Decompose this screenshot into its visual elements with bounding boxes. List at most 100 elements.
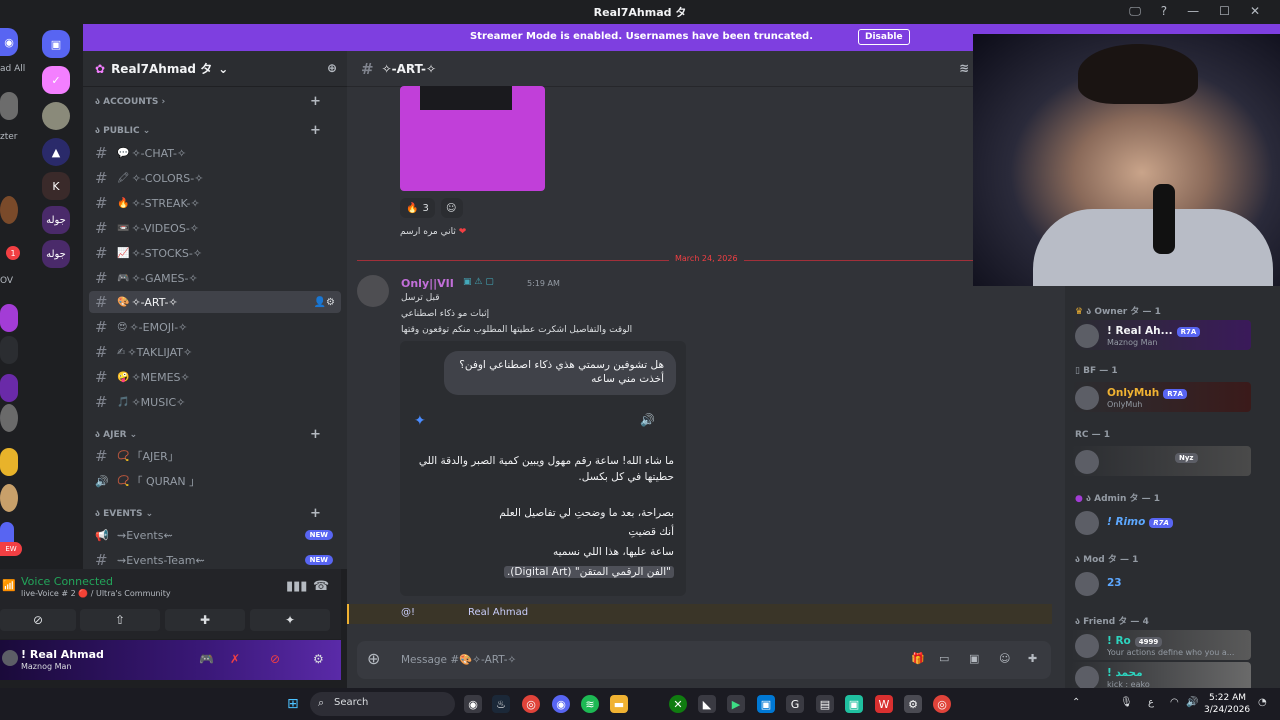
channel-settings-icon[interactable]: 👤⚙ [314,297,335,308]
channel-emoji[interactable]: # 😍 ✧-EMOJI-✧ [89,316,341,338]
capcut-icon[interactable]: G [786,695,804,713]
message-author[interactable]: Only||VII [401,277,454,290]
emoji-icon[interactable]: ☺ [999,652,1010,665]
screen-share-button[interactable]: ⇧ [80,609,160,631]
server-icon[interactable]: ▲ [42,138,70,166]
add-member-icon[interactable]: ⊕ [327,61,337,75]
author-avatar[interactable] [357,275,389,307]
channel-stocks[interactable]: # 📈 ✧-STOCKS-✧ [89,242,341,264]
username[interactable]: ! Real Ahmad [21,648,104,661]
channel-videos[interactable]: # 📼 ✧-VIDEOS-✧ [89,217,341,239]
member-item[interactable]: ! Ro 4999 Your actions define who you a..… [1071,630,1251,660]
avatar[interactable] [2,650,18,666]
gear-icon[interactable]: ⚙ [313,652,324,666]
help-icon[interactable]: ? [1161,4,1167,19]
disable-streamer-button[interactable]: Disable [858,29,910,45]
minimize-button[interactable]: — [1187,4,1199,19]
app-icon[interactable]: ▣ [845,695,863,713]
channel-art[interactable]: # 🎨 ✧-ART-✧ 👤⚙ [89,291,341,313]
server-header[interactable]: ✿ Real7Ahmad タ ⌄ ⊕ [83,51,347,87]
voice-status[interactable]: Voice Connected [21,575,113,588]
apps-icon[interactable]: ✚ [1028,652,1037,665]
channel-memes[interactable]: # 🤪 ✧MEMES✧ [89,366,341,388]
reaction-fire[interactable]: 🔥 3 [400,198,435,218]
member-item[interactable]: OnlyMuh R7A OnlyMuh [1071,382,1251,412]
member-item[interactable]: ! Real Ah... R7A Maznog Man [1071,320,1251,350]
chrome-icon[interactable]: ◎ [522,695,540,713]
language-indicator[interactable]: ع [1148,697,1154,708]
xbox-icon[interactable]: ✕ [669,695,687,713]
chrome-icon[interactable]: ◎ [933,695,951,713]
gamepad-icon[interactable]: 🎮 [199,652,214,666]
message-input[interactable]: ⊕ Message #🎨✧-ART-✧ 🎁 ▭ ▣ ☺ ✚ [357,641,1051,679]
server-icon[interactable] [0,196,18,224]
mic-tray-icon[interactable]: 🎙 [1120,697,1133,708]
folder-icon[interactable]: جوله [42,240,70,268]
play-icon[interactable]: ▶ [727,695,745,713]
notification-icon[interactable]: ◔ [1258,697,1267,708]
server-icon[interactable]: K [42,172,70,200]
category-public[interactable]: ა PUBLIC ⌄ + [95,123,321,138]
channel-games[interactable]: # 🎮 ✧-GAMES-✧ [89,267,341,289]
deafen-icon[interactable]: ⊘ [270,652,280,666]
maximize-button[interactable]: ☐ [1219,4,1230,19]
server-icon[interactable] [0,404,18,432]
app-icon[interactable]: ▣ [757,695,775,713]
noise-suppression-icon[interactable]: ▮▮▮ [286,579,307,594]
taskbar-search[interactable]: ⌕ Search [310,692,455,716]
channel-colors[interactable]: # 🖍 ✧-COLORS-✧ [89,167,341,189]
soundboard-button[interactable]: ✦ [250,609,330,631]
add-channel-icon[interactable]: + [310,427,321,442]
category-ajer[interactable]: ა AJER ⌄ + [95,427,321,442]
camera-app-icon[interactable]: ◉ [464,695,482,713]
speaker-icon[interactable]: 🔊 [640,413,655,427]
sticker-icon[interactable]: ▣ [969,652,979,665]
server-icon[interactable] [42,102,70,130]
add-channel-icon[interactable]: + [310,94,321,109]
folder-icon[interactable]: جوله [42,206,70,234]
member-item[interactable]: Nyz [1071,446,1251,476]
server-icon[interactable] [0,92,18,120]
disconnect-icon[interactable]: ☎ [313,579,329,594]
inbox-icon[interactable]: 🖵 [1129,4,1141,19]
activities-button[interactable]: ✚ [165,609,245,631]
channel-events-team[interactable]: # ⇝Events-Team⇜ NEW [89,549,341,571]
channel-ajer[interactable]: # 📿 「AJER」 [89,445,341,467]
channel-music[interactable]: # 🎵 ✧MUSIC✧ [89,391,341,413]
channel-taklijat[interactable]: # ✍ ✧TAKLIJAT✧ [89,341,341,363]
category-events[interactable]: ა EVENTS ⌄ + [95,506,321,521]
app-icon[interactable]: W [875,695,893,713]
threads-icon[interactable]: ≋ [959,61,969,75]
spotify-icon[interactable]: ≋ [581,695,599,713]
gif-icon[interactable]: ▭ [939,652,949,665]
channel-chat[interactable]: # 💬 ✧-CHAT-✧ [89,142,341,164]
server-icon[interactable] [0,484,18,512]
category-accounts[interactable]: ა ACCOUNTS › + [95,94,321,109]
add-channel-icon[interactable]: + [310,123,321,138]
nvidia-icon[interactable]: ◣ [698,695,716,713]
server-icon[interactable] [0,448,18,476]
channel-events[interactable]: 📢 ⇝Events⇜ NEW [89,524,341,546]
server-icon[interactable] [0,336,18,364]
add-reaction-button[interactable]: ☺ [441,198,463,218]
server-icon[interactable] [0,304,18,332]
add-channel-icon[interactable]: + [310,506,321,521]
windows-start-icon[interactable]: ⊞ [287,696,299,712]
nitro-icon[interactable]: ✓ [42,66,70,94]
app-icon[interactable]: ▤ [816,695,834,713]
settings-icon[interactable]: ⚙ [904,695,922,713]
taskbar-clock[interactable]: 5:22 AM 3/24/2026 [1204,692,1250,716]
member-item[interactable]: 23 [1071,568,1251,598]
file-explorer-icon[interactable]: ▬ [610,695,628,713]
close-button[interactable]: ✕ [1250,4,1260,19]
direct-messages-icon[interactable]: ▣ [42,30,70,58]
server-icon[interactable] [0,374,18,402]
channel-quran[interactable]: 🔊 📿 「 QURAN 」 [89,470,341,492]
discord-home-icon[interactable]: ◉ [0,28,18,56]
volume-icon[interactable]: 🔊 [1186,697,1198,708]
mic-muted-icon[interactable]: ✗ [230,652,240,666]
camera-off-button[interactable]: ⊘ [0,609,76,631]
discord-icon[interactable]: ◉ [552,695,570,713]
gift-icon[interactable]: 🎁 [911,652,925,665]
wifi-icon[interactable]: ◠ [1170,697,1179,708]
